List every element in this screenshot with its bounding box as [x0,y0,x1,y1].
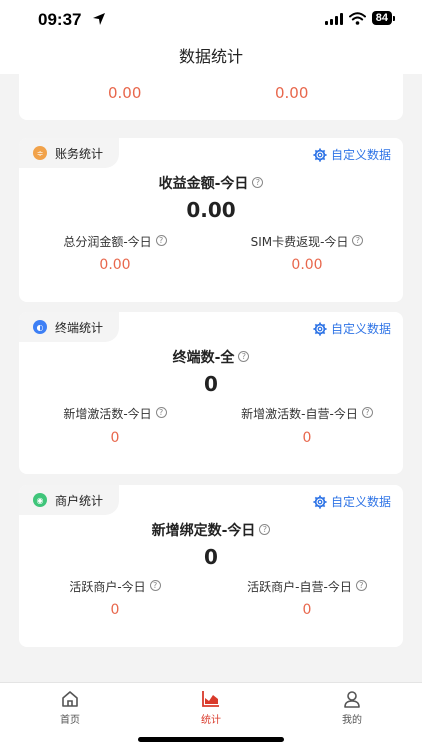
merchant-right-label: 活跃商户-自营-今日? [211,578,403,595]
help-icon[interactable]: ? [155,407,167,418]
terminal-right-label: 新增激活数-自营-今日? [211,405,403,422]
merchant-custom-data-button[interactable]: 自定义数据 [313,493,391,510]
finance-main-label: 收益金额-今日? [19,173,403,193]
gear-icon [313,494,327,509]
finance-stats-card: ≑ 账务统计 自定义数据 收益金额-今日? 0.00 总分润金额-今日? SIM… [19,138,403,302]
partial-stat-card: 0.00 0.00 [19,74,403,120]
finance-main-value: 0.00 [186,198,236,222]
finance-tag-label: 账务统计 [55,146,104,161]
help-icon[interactable]: ? [238,351,250,362]
wifi-icon [348,11,366,25]
terminal-icon: ◐ [33,320,47,334]
merchant-left-label: 活跃商户-今日? [19,578,211,595]
page-title: 数据统计 [178,47,243,66]
status-bar: 09:37 84 [0,0,422,40]
top-right-value: 0.00 [275,84,309,102]
tab-mine[interactable]: 我的 [282,689,422,726]
nav-bar: 数据统计 [0,40,422,74]
user-icon [344,691,360,708]
status-indicators: 84 [324,11,396,25]
finance-custom-data-button[interactable]: 自定义数据 [313,146,391,163]
help-icon[interactable]: ? [361,407,373,418]
merchant-left-value: 0 [110,602,120,618]
terminal-left-label: 新增激活数-今日? [19,405,211,422]
help-icon[interactable]: ? [352,235,364,246]
chart-icon [202,691,219,707]
finance-tag: ≑ 账务统计 [19,138,120,168]
battery-icon: 84 [371,11,396,25]
gear-icon [313,321,327,336]
finance-custom-data-label: 自定义数据 [330,148,391,162]
terminal-right-value: 0 [302,430,312,446]
help-icon[interactable]: ? [252,177,264,188]
finance-right-value: 0.00 [291,257,323,273]
terminal-tag: ◐ 终端统计 [19,312,120,342]
terminal-main-label: 终端数-全? [19,347,403,367]
help-icon[interactable]: ? [149,580,161,591]
help-icon[interactable]: ? [155,235,167,246]
merchant-icon: ◉ [33,493,47,507]
terminal-tag-label: 终端统计 [55,320,104,335]
tab-stats-label: 统计 [201,715,221,726]
terminal-custom-data-label: 自定义数据 [330,322,391,336]
terminal-stats-card: ◐ 终端统计 自定义数据 终端数-全? 0 新增激活数-今日? 新增激活数-自营… [19,312,403,474]
finance-left-value: 0.00 [99,257,131,273]
merchant-main-value: 0 [204,545,218,569]
home-icon [62,691,78,707]
top-left-value: 0.00 [108,84,142,102]
merchant-stats-card: ◉ 商户统计 自定义数据 新增绑定数-今日? 0 活跃商户-今日? 活跃商户-自… [19,485,403,647]
merchant-custom-data-label: 自定义数据 [330,495,391,509]
location-arrow-icon [93,13,105,25]
signal-icon [324,12,343,25]
finance-right-label: SIM卡费返现-今日? [211,233,403,250]
help-icon[interactable]: ? [355,580,367,591]
finance-left-label: 总分润金额-今日? [19,233,211,250]
terminal-custom-data-button[interactable]: 自定义数据 [313,320,391,337]
help-icon[interactable]: ? [259,524,271,535]
merchant-tag-label: 商户统计 [55,493,104,508]
gear-icon [313,147,327,162]
tab-home-label: 首页 [60,715,80,726]
finance-icon: ≑ [33,146,47,160]
terminal-left-value: 0 [110,430,120,446]
tab-stats[interactable]: 统计 [141,689,281,726]
status-time: 09:37 [38,10,82,29]
terminal-main-value: 0 [204,372,218,396]
merchant-main-label: 新增绑定数-今日? [19,520,403,540]
merchant-right-value: 0 [302,602,312,618]
home-indicator [138,737,284,742]
tab-home[interactable]: 首页 [0,689,140,726]
tab-mine-label: 我的 [342,715,362,726]
merchant-tag: ◉ 商户统计 [19,485,120,515]
